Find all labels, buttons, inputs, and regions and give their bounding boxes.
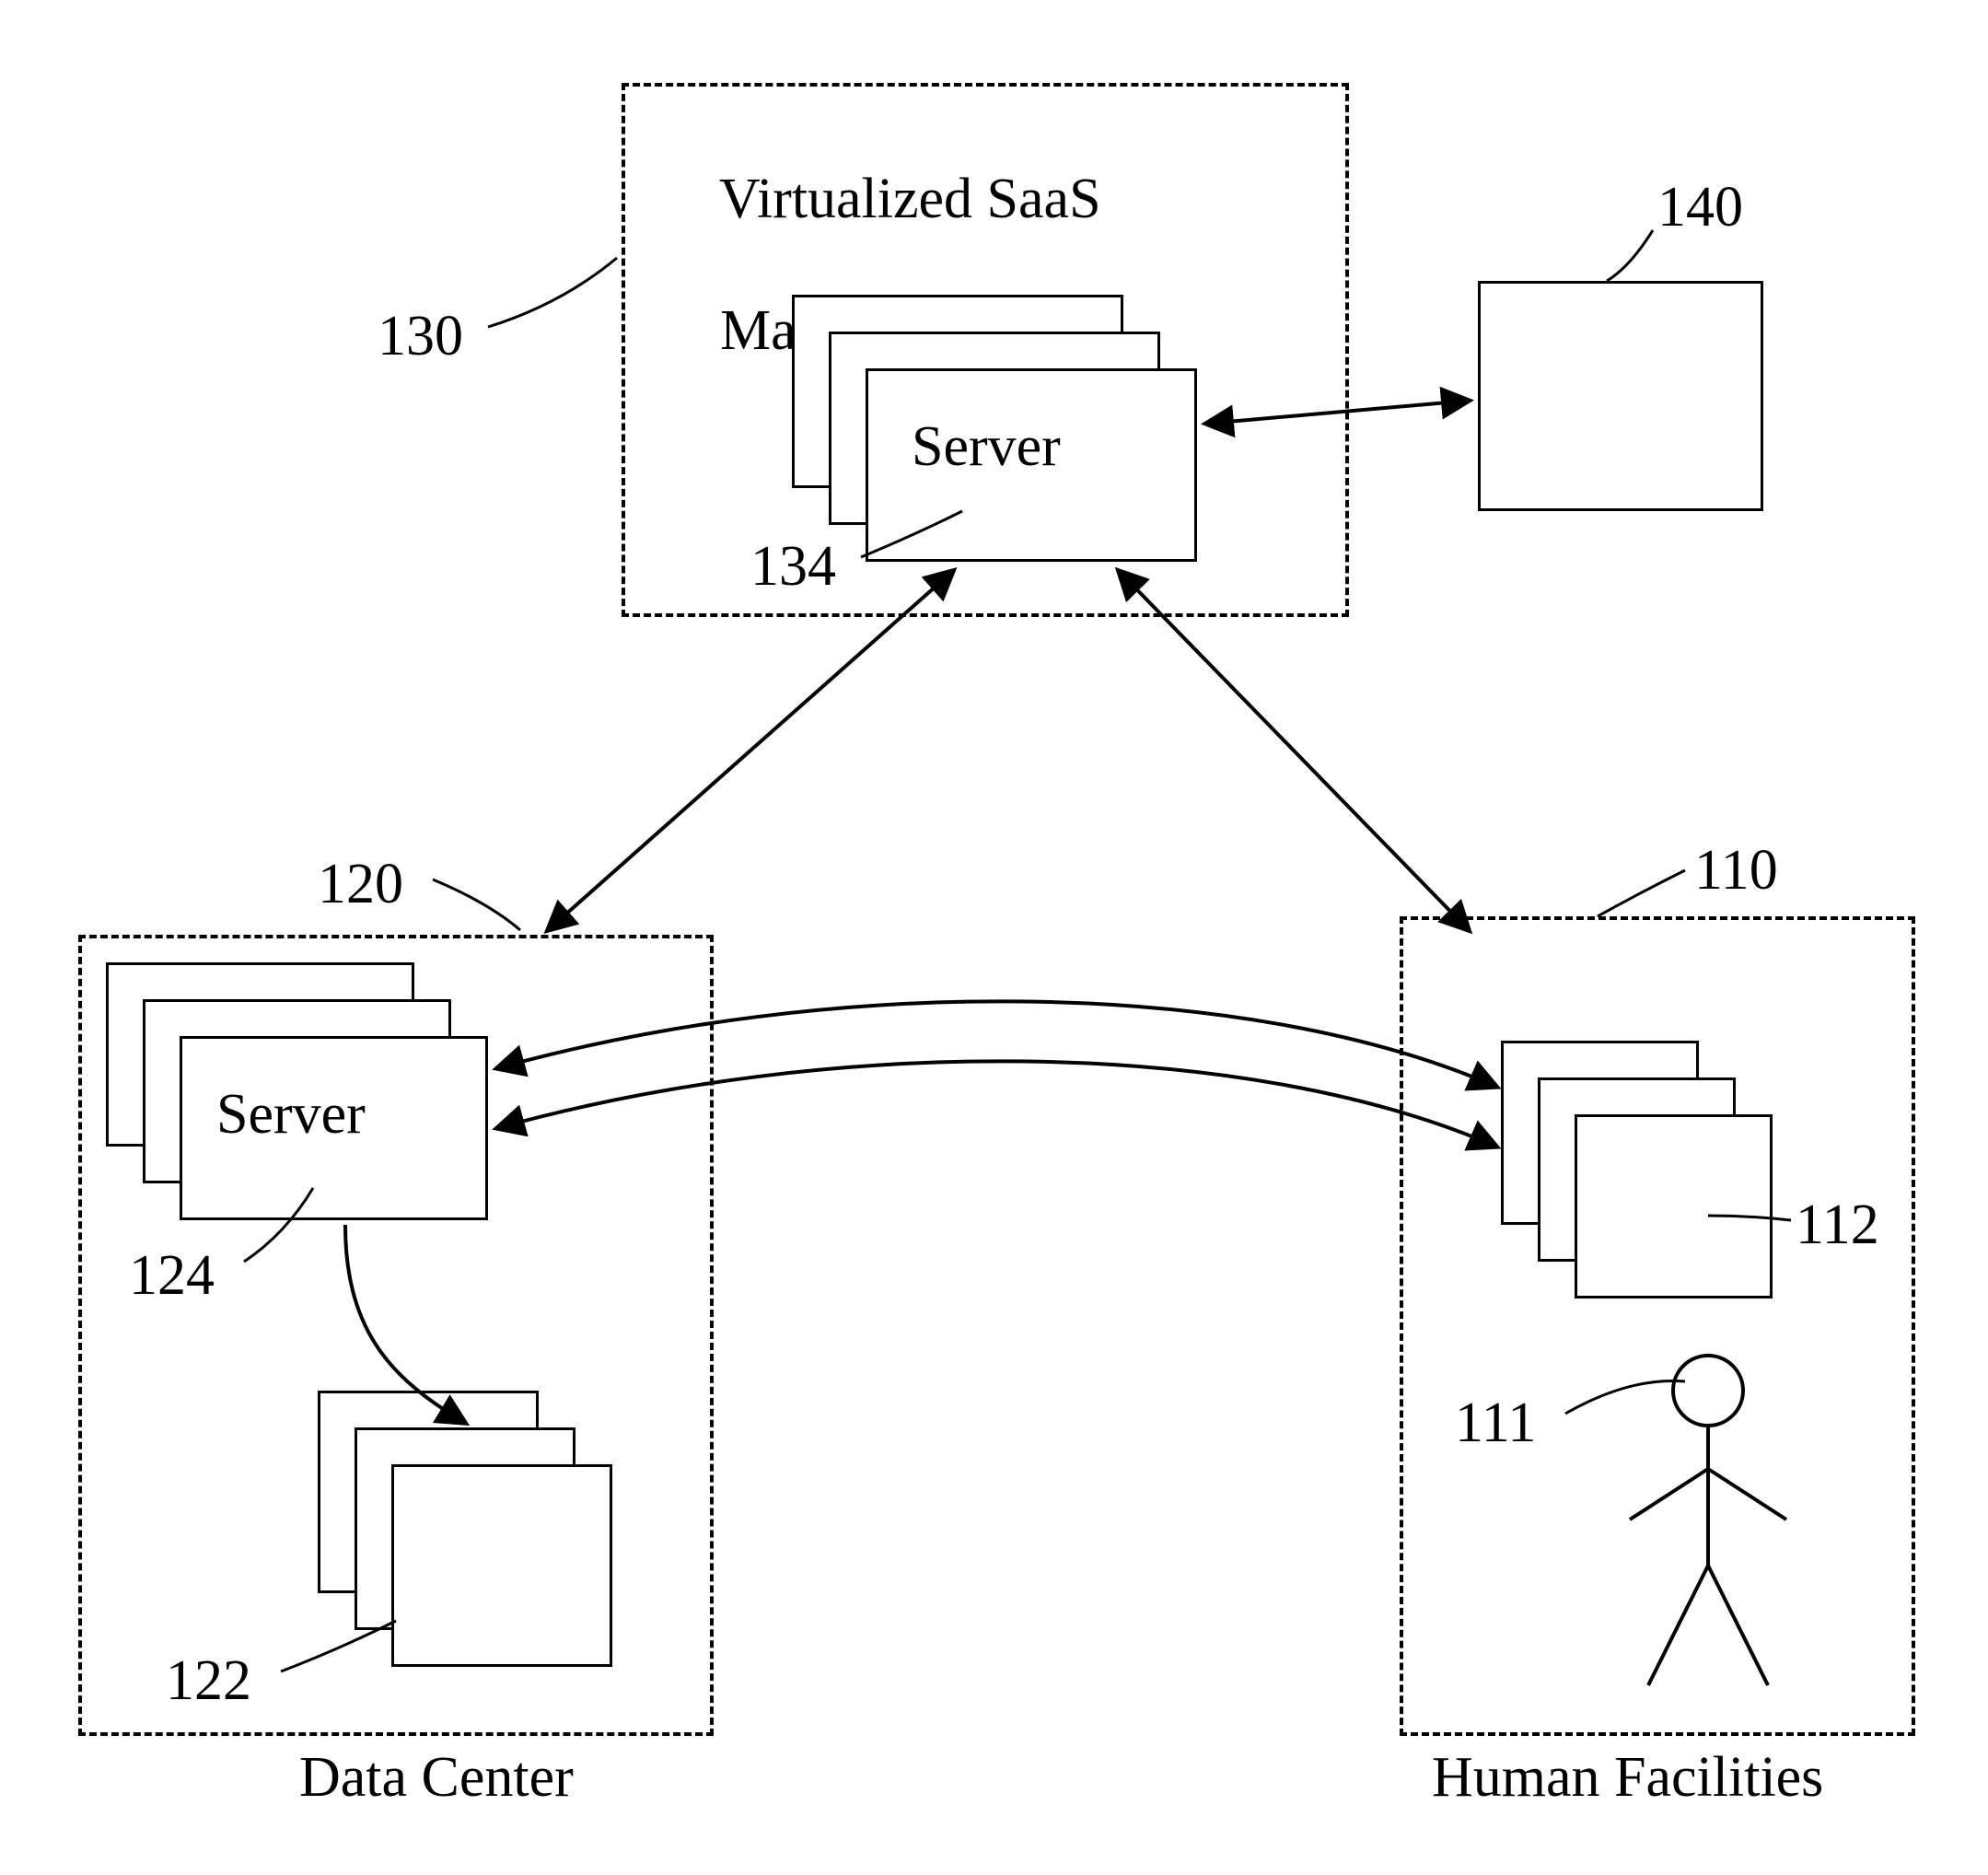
hf-stack-front xyxy=(1575,1114,1773,1299)
ref-140: 140 xyxy=(1657,175,1743,240)
top-server-label: Server xyxy=(912,414,1061,480)
diagram-canvas: Virtualized SaaS Management Server Serve… xyxy=(0,0,1988,1875)
ref-122: 122 xyxy=(166,1648,251,1714)
ref-112: 112 xyxy=(1796,1193,1879,1258)
ref-111: 111 xyxy=(1455,1391,1536,1456)
human-facilities-container xyxy=(1400,916,1915,1736)
title-line1: Virtualized SaaS xyxy=(719,168,1101,230)
ref-110: 110 xyxy=(1694,838,1778,903)
dc-server-label: Server xyxy=(216,1082,366,1147)
data-center-caption: Data Center xyxy=(299,1745,574,1811)
human-facilities-caption: Human Facilities xyxy=(1432,1745,1823,1811)
external-box xyxy=(1478,281,1763,511)
dc-stack-front xyxy=(391,1464,612,1667)
ref-130: 130 xyxy=(378,304,463,369)
ref-120: 120 xyxy=(318,852,403,917)
ref-124: 124 xyxy=(129,1243,215,1309)
ref-134: 134 xyxy=(750,534,836,600)
